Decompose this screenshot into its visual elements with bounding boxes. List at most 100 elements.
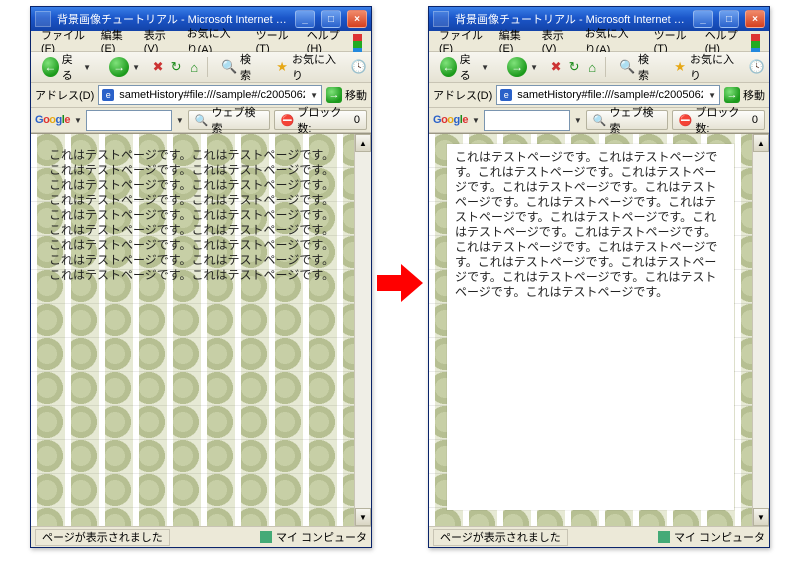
go-icon: → xyxy=(724,87,740,103)
google-toolbar: Google ▼ ▼ 🔍 ウェブ検索 ⛔ ブロック数: 0 xyxy=(429,108,769,133)
favorites-button[interactable]: ★ お気に入り xyxy=(666,55,745,79)
viewport: これはテストページです。これはテストページです。これはテストページです。これはテ… xyxy=(31,133,371,526)
search-button[interactable]: 🔍 検索 xyxy=(612,55,662,79)
chevron-down-icon[interactable]: ▼ xyxy=(176,116,184,125)
chevron-down-icon[interactable]: ▼ xyxy=(574,116,582,125)
shield-icon: ⛔ xyxy=(281,114,295,127)
address-input[interactable] xyxy=(117,88,307,102)
content-panel: これはテストページです。これはテストページです。これはテストページです。これはテ… xyxy=(447,144,734,510)
blocked-count: 0 xyxy=(752,114,758,126)
google-logo[interactable]: Google xyxy=(433,114,468,126)
go-icon: → xyxy=(326,87,342,103)
search-label: 検索 xyxy=(638,51,655,83)
window-title: 背景画像チュートリアル - Microsoft Internet Explore… xyxy=(455,11,687,27)
favorites-button[interactable]: ★ お気に入り xyxy=(268,55,347,79)
status-bar: ページが表示されました マイ コンピュータ xyxy=(31,526,371,547)
google-search-input[interactable] xyxy=(484,110,570,131)
chevron-down-icon[interactable]: ▼ xyxy=(708,91,716,100)
security-zone: マイ コンピュータ xyxy=(658,529,765,545)
windows-flag-icon xyxy=(751,34,765,48)
popup-blocked-button[interactable]: ⛔ ブロック数: 0 xyxy=(672,110,765,130)
address-input[interactable] xyxy=(515,88,705,102)
star-icon: ★ xyxy=(673,59,687,75)
google-search-label: ウェブ検索 xyxy=(212,104,263,136)
popup-blocked-button[interactable]: ⛔ ブロック数: 0 xyxy=(274,110,367,130)
status-bar: ページが表示されました マイ コンピュータ xyxy=(429,526,769,547)
zone-label: マイ コンピュータ xyxy=(674,529,765,545)
refresh-icon[interactable]: ↻ xyxy=(567,59,581,75)
scroll-up-button[interactable]: ▲ xyxy=(355,134,371,152)
star-icon: ★ xyxy=(275,59,289,75)
separator xyxy=(207,57,208,77)
back-button[interactable]: ← 戻る ▼ xyxy=(35,55,98,79)
windows-flag-icon xyxy=(353,34,367,48)
ie-page-icon: e xyxy=(102,89,114,101)
stop-icon[interactable]: ✖ xyxy=(549,59,563,75)
scroll-track[interactable] xyxy=(753,152,769,508)
favorites-label: お気に入り xyxy=(292,51,340,83)
search-button[interactable]: 🔍 検索 xyxy=(214,55,264,79)
back-button[interactable]: ← 戻る ▼ xyxy=(433,55,496,79)
scroll-down-button[interactable]: ▼ xyxy=(753,508,769,526)
chevron-down-icon[interactable]: ▼ xyxy=(472,116,480,125)
forward-icon: → xyxy=(109,57,129,77)
google-toolbar: Google ▼ ▼ 🔍 ウェブ検索 ⛔ ブロック数: 0 xyxy=(31,108,371,133)
address-label: アドレス(D) xyxy=(433,87,492,103)
blocked-label: ブロック数: xyxy=(297,104,351,136)
address-label: アドレス(D) xyxy=(35,87,94,103)
blocked-label: ブロック数: xyxy=(695,104,749,136)
status-message: ページが表示されました xyxy=(35,529,170,546)
go-button[interactable]: → 移動 xyxy=(326,87,367,103)
body-text: これはテストページです。これはテストページです。これはテストページです。これはテ… xyxy=(455,150,717,299)
zone-icon xyxy=(260,531,272,543)
arrow-right-icon xyxy=(377,264,423,302)
body-text: これはテストページです。これはテストページです。これはテストページです。これはテ… xyxy=(49,148,336,283)
toolbar: ← 戻る ▼ → ▼ ✖ ↻ ⌂ 🔍 検索 ★ お気に入り xyxy=(31,52,371,83)
scroll-track[interactable] xyxy=(355,152,371,508)
history-icon[interactable]: 🕓 xyxy=(351,59,367,75)
address-box[interactable]: e ▼ xyxy=(496,85,720,105)
refresh-icon[interactable]: ↻ xyxy=(169,59,183,75)
browser-window-before: 背景画像チュートリアル - Microsoft Internet Explore… xyxy=(30,6,372,548)
forward-button[interactable]: → ▼ xyxy=(500,55,545,79)
go-button[interactable]: → 移動 xyxy=(724,87,765,103)
search-label: 検索 xyxy=(240,51,257,83)
toolbar: ← 戻る ▼ → ▼ ✖ ↻ ⌂ 🔍 検索 ★ お気に入り xyxy=(429,52,769,83)
scroll-down-button[interactable]: ▼ xyxy=(355,508,371,526)
go-label: 移動 xyxy=(345,87,367,103)
search-icon: 🔍 xyxy=(619,59,635,75)
ie-page-icon: e xyxy=(500,89,512,101)
viewport: これはテストページです。これはテストページです。これはテストページです。これはテ… xyxy=(429,133,769,526)
chevron-down-icon: ▼ xyxy=(481,63,489,72)
google-search-button[interactable]: 🔍 ウェブ検索 xyxy=(586,110,668,130)
google-search-input[interactable] xyxy=(86,110,172,131)
separator xyxy=(605,57,606,77)
history-icon[interactable]: 🕓 xyxy=(749,59,765,75)
vertical-scrollbar[interactable]: ▲ ▼ xyxy=(752,134,769,526)
back-icon: ← xyxy=(42,57,59,77)
window-title: 背景画像チュートリアル - Microsoft Internet Explore… xyxy=(57,11,289,27)
chevron-down-icon: ▼ xyxy=(530,63,538,72)
forward-button[interactable]: → ▼ xyxy=(102,55,147,79)
google-search-button[interactable]: 🔍 ウェブ検索 xyxy=(188,110,270,130)
address-box[interactable]: e ▼ xyxy=(98,85,322,105)
page-content: これはテストページです。これはテストページです。これはテストページです。これはテ… xyxy=(429,134,752,526)
blocked-count: 0 xyxy=(354,114,360,126)
app-icon xyxy=(35,11,51,27)
scroll-up-button[interactable]: ▲ xyxy=(753,134,769,152)
back-label: 戻る xyxy=(62,51,80,83)
browser-window-after: 背景画像チュートリアル - Microsoft Internet Explore… xyxy=(428,6,770,548)
vertical-scrollbar[interactable]: ▲ ▼ xyxy=(354,134,371,526)
chevron-down-icon[interactable]: ▼ xyxy=(310,91,318,100)
stop-icon[interactable]: ✖ xyxy=(151,59,165,75)
google-logo[interactable]: Google xyxy=(35,114,70,126)
home-icon[interactable]: ⌂ xyxy=(187,59,201,75)
magnifier-icon: 🔍 xyxy=(593,114,607,127)
security-zone: マイ コンピュータ xyxy=(260,529,367,545)
chevron-down-icon: ▼ xyxy=(132,63,140,72)
page-content: これはテストページです。これはテストページです。これはテストページです。これはテ… xyxy=(31,134,354,526)
chevron-down-icon[interactable]: ▼ xyxy=(74,116,82,125)
favorites-label: お気に入り xyxy=(690,51,738,83)
search-icon: 🔍 xyxy=(221,59,237,75)
home-icon[interactable]: ⌂ xyxy=(585,59,599,75)
